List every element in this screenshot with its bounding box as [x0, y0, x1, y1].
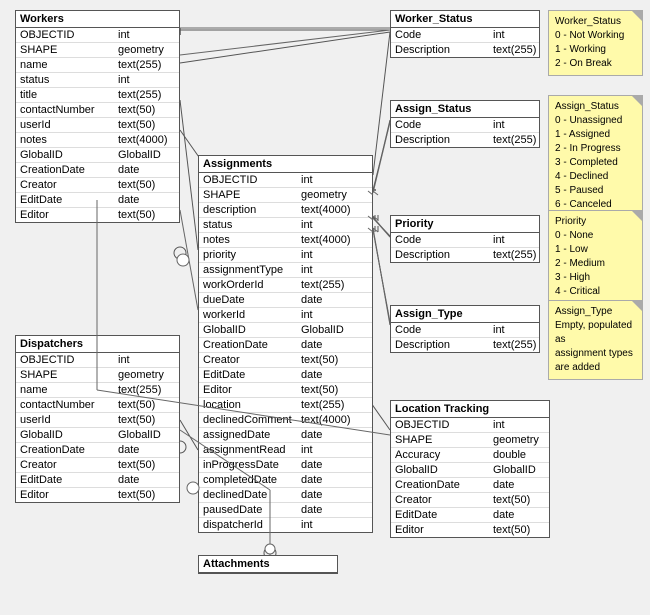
table-row: SHAPEgeometry	[16, 43, 179, 58]
table-row: nametext(255)	[16, 58, 179, 73]
table-row: CreationDatedate	[16, 443, 179, 458]
table-row: EditDatedate	[16, 473, 179, 488]
table-row: assignedDatedate	[199, 428, 372, 443]
table-row: notestext(4000)	[16, 133, 179, 148]
table-row: nametext(255)	[16, 383, 179, 398]
dispatchers-table: Dispatchers OBJECTIDint SHAPEgeometry na…	[15, 335, 180, 503]
assign-status-table: Assign_Status Codeint Descriptiontext(25…	[390, 100, 540, 148]
table-row: declinedDatedate	[199, 488, 372, 503]
assign-status-note: Assign_Status0 - Unassigned1 - Assigned2…	[548, 95, 643, 217]
table-row: Descriptiontext(255)	[391, 43, 539, 57]
assignments-table: Assignments OBJECTIDint SHAPEgeometry de…	[198, 155, 373, 533]
table-row: Codeint	[391, 323, 539, 338]
table-row: Descriptiontext(255)	[391, 133, 539, 147]
table-row: assignmentTypeint	[199, 263, 372, 278]
location-tracking-table: Location Tracking OBJECTIDint SHAPEgeome…	[390, 400, 550, 538]
table-row: declinedCommenttext(4000)	[199, 413, 372, 428]
table-row: Codeint	[391, 28, 539, 43]
table-row: priorityint	[199, 248, 372, 263]
table-row: statusint	[16, 73, 179, 88]
table-row: Descriptiontext(255)	[391, 338, 539, 352]
table-row: OBJECTIDint	[16, 28, 179, 43]
worker-status-note: Worker_Status0 - Not Working1 - Working2…	[548, 10, 643, 76]
table-row: SHAPEgeometry	[391, 433, 549, 448]
table-row: GlobalIDGlobalID	[16, 428, 179, 443]
note-text: Assign_TypeEmpty, populated asassignment…	[555, 305, 636, 375]
table-row: EditDatedate	[391, 508, 549, 523]
table-row: userIdtext(50)	[16, 413, 179, 428]
table-row: SHAPEgeometry	[199, 188, 372, 203]
table-row: Creatortext(50)	[199, 353, 372, 368]
table-row: EditDatedate	[16, 193, 179, 208]
worker-status-table: Worker_Status Codeint Descriptiontext(25…	[390, 10, 540, 58]
table-row: Descriptiontext(255)	[391, 248, 539, 262]
table-row: dispatcherIdint	[199, 518, 372, 532]
table-row: CreationDatedate	[199, 338, 372, 353]
table-row: Editortext(50)	[391, 523, 549, 537]
worker-status-title: Worker_Status	[391, 11, 539, 28]
table-row: workOrderIdtext(255)	[199, 278, 372, 293]
assign-type-title: Assign_Type	[391, 306, 539, 323]
table-row: Editortext(50)	[16, 208, 179, 222]
dispatchers-title: Dispatchers	[16, 336, 179, 353]
assign-type-table: Assign_Type Codeint Descriptiontext(255)	[390, 305, 540, 353]
table-row: dueDatedate	[199, 293, 372, 308]
table-row: OBJECTIDint	[391, 418, 549, 433]
note-text: Assign_Status0 - Unassigned1 - Assigned2…	[555, 100, 636, 212]
location-tracking-title: Location Tracking	[391, 401, 549, 418]
table-row: Codeint	[391, 118, 539, 133]
table-row: inProgressDatedate	[199, 458, 372, 473]
table-row: OBJECTIDint	[199, 173, 372, 188]
table-row: pausedDatedate	[199, 503, 372, 518]
table-row: GlobalIDGlobalID	[199, 323, 372, 338]
table-row: statusint	[199, 218, 372, 233]
table-row: titletext(255)	[16, 88, 179, 103]
attachments-title: Attachments	[199, 556, 337, 573]
table-row: Creatortext(50)	[391, 493, 549, 508]
table-row: notestext(4000)	[199, 233, 372, 248]
table-row: Codeint	[391, 233, 539, 248]
table-row: locationtext(255)	[199, 398, 372, 413]
priority-table: Priority Codeint Descriptiontext(255)	[390, 215, 540, 263]
table-row: descriptiontext(4000)	[199, 203, 372, 218]
table-row: CreationDatedate	[391, 478, 549, 493]
note-text: Worker_Status0 - Not Working1 - Working2…	[555, 15, 636, 71]
table-row: Editortext(50)	[199, 383, 372, 398]
table-row: OBJECTIDint	[16, 353, 179, 368]
table-row: GlobalIDGlobalID	[16, 148, 179, 163]
table-row: assignmentReadint	[199, 443, 372, 458]
attachments-table: Attachments	[198, 555, 338, 574]
priority-note: Priority0 - None1 - Low2 - Medium3 - Hig…	[548, 210, 643, 304]
table-row: CreationDatedate	[16, 163, 179, 178]
table-row: SHAPEgeometry	[16, 368, 179, 383]
table-row: completedDatedate	[199, 473, 372, 488]
table-row: Accuracydouble	[391, 448, 549, 463]
table-row: EditDatedate	[199, 368, 372, 383]
priority-title: Priority	[391, 216, 539, 233]
workers-title: Workers	[16, 11, 179, 28]
table-row: workerIdint	[199, 308, 372, 323]
assign-type-note: Assign_TypeEmpty, populated asassignment…	[548, 300, 643, 380]
table-row: userIdtext(50)	[16, 118, 179, 133]
table-row: Editortext(50)	[16, 488, 179, 502]
table-row: GlobalIDGlobalID	[391, 463, 549, 478]
assign-status-title: Assign_Status	[391, 101, 539, 118]
workers-table: Workers OBJECTIDint SHAPEgeometry namete…	[15, 10, 180, 223]
assignments-title: Assignments	[199, 156, 372, 173]
table-row: Creatortext(50)	[16, 458, 179, 473]
note-text: Priority0 - None1 - Low2 - Medium3 - Hig…	[555, 215, 636, 299]
diagram-container: Workers OBJECTIDint SHAPEgeometry namete…	[0, 0, 650, 615]
table-row: contactNumbertext(50)	[16, 398, 179, 413]
table-row: contactNumbertext(50)	[16, 103, 179, 118]
table-row: Creatortext(50)	[16, 178, 179, 193]
